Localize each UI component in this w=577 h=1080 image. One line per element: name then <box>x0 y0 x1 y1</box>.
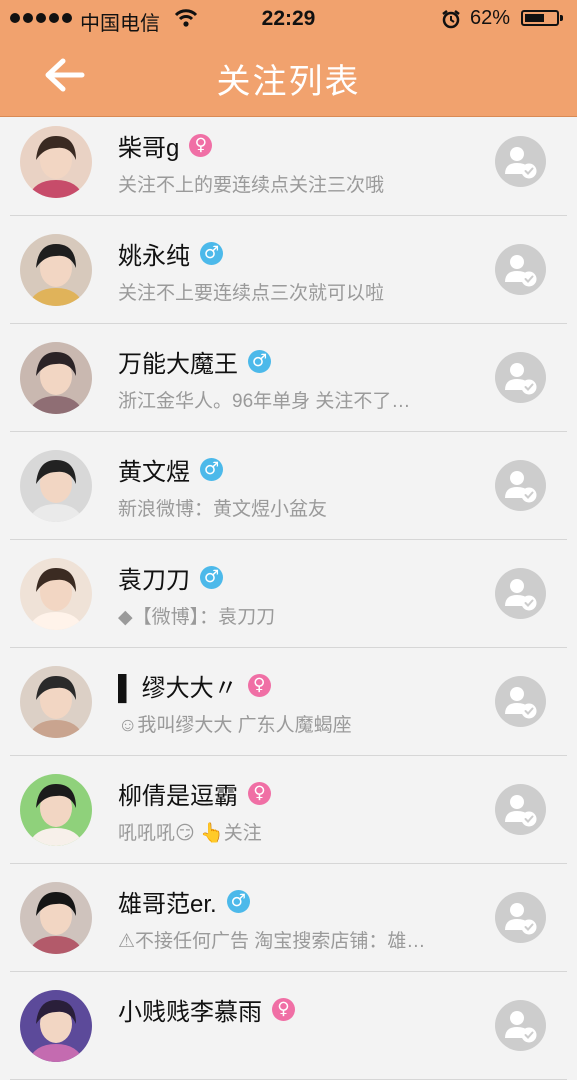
name-line: 黄文煜 ♂ <box>118 452 223 486</box>
follow-button[interactable] <box>495 568 546 619</box>
list-item[interactable]: ▌ 缪大大〃 ♀ ☺我叫缪大大 广东人魔蝎座 <box>10 648 567 756</box>
user-name: 雄哥范er. <box>118 890 217 918</box>
male-icon: ♂ <box>226 889 250 913</box>
name-line: 雄哥范er. ♂ <box>118 884 250 918</box>
user-description: 关注不上要连续点三次就可以啦 <box>118 283 385 304</box>
list-item[interactable]: 万能大魔王 ♂ 浙江金华人。96年单身 关注不了… <box>10 324 567 432</box>
followed-user-icon <box>505 687 537 719</box>
status-bar: 中国电信 22:29 62% <box>0 0 577 38</box>
list-item[interactable]: 雄哥范er. ♂ ⚠不接任何广告 淘宝搜索店铺：雄… <box>10 864 567 972</box>
avatar[interactable] <box>20 990 92 1062</box>
male-icon: ♂ <box>200 565 223 589</box>
male-icon: ♂ <box>200 241 223 265</box>
followed-user-icon <box>505 903 537 935</box>
followed-user-icon <box>505 363 537 395</box>
user-description: 吼吼吼😏 👆关注 <box>118 823 262 844</box>
user-name: 柴哥g <box>118 134 180 162</box>
follow-button[interactable] <box>495 136 546 187</box>
followed-user-icon <box>505 255 537 287</box>
page-title: 关注列表 <box>216 63 361 101</box>
name-line: 袁刀刀 ♂ <box>118 560 223 594</box>
follow-button[interactable] <box>495 676 546 727</box>
name-line: 柴哥g ♀ <box>118 128 213 162</box>
name-line: 万能大魔王 ♂ <box>118 344 271 378</box>
follow-button[interactable] <box>495 784 546 835</box>
user-name: 黄文煜 <box>118 458 190 486</box>
followed-user-icon <box>505 795 537 827</box>
user-name: 姚永纯 <box>118 242 190 270</box>
name-line: 姚永纯 ♂ <box>118 236 223 270</box>
avatar[interactable] <box>20 234 92 306</box>
list-item[interactable]: 柴哥g ♀ 关注不上的要连续点关注三次哦 <box>10 108 567 216</box>
female-icon: ♀ <box>272 997 295 1021</box>
male-icon: ♂ <box>200 457 223 481</box>
name-line: 小贱贱李慕雨 ♀ <box>118 992 295 1026</box>
list-item[interactable]: 姚永纯 ♂ 关注不上要连续点三次就可以啦 <box>10 216 567 324</box>
followed-user-icon <box>505 471 537 503</box>
header: 中国电信 22:29 62% 关注列表 <box>0 0 577 117</box>
battery-percentage: 62% <box>470 7 511 29</box>
list-item[interactable]: 柳倩是逗霸 ♀ 吼吼吼😏 👆关注 <box>10 756 567 864</box>
alarm-icon <box>442 10 460 29</box>
followed-user-icon <box>505 147 537 179</box>
name-line: 柳倩是逗霸 ♀ <box>118 776 271 810</box>
list-item[interactable]: 小贱贱李慕雨 ♀ <box>10 972 567 1080</box>
avatar[interactable] <box>20 774 92 846</box>
follow-button[interactable] <box>495 892 546 943</box>
list-item[interactable]: 黄文煜 ♂ 新浪微博：黄文煜小盆友 <box>10 432 567 540</box>
user-name: 柳倩是逗霸 <box>118 782 238 810</box>
follow-button[interactable] <box>495 352 546 403</box>
male-icon: ♂ <box>248 349 271 373</box>
user-description: ⚠不接任何广告 淘宝搜索店铺：雄… <box>118 931 426 952</box>
user-description: 关注不上的要连续点关注三次哦 <box>118 175 385 196</box>
user-description: 浙江金华人。96年单身 关注不了… <box>118 391 411 412</box>
avatar[interactable] <box>20 882 92 954</box>
user-name: ▌ 缪大大〃 <box>118 674 238 702</box>
user-name: 小贱贱李慕雨 <box>118 998 262 1026</box>
nav-bar: 关注列表 <box>0 38 577 116</box>
avatar[interactable] <box>20 558 92 630</box>
user-description: ◆【微博】：袁刀刀 <box>118 607 276 628</box>
name-line: ▌ 缪大大〃 ♀ <box>118 668 271 702</box>
followed-user-icon <box>505 579 537 611</box>
female-icon: ♀ <box>248 781 271 805</box>
female-icon: ♀ <box>189 133 213 157</box>
battery-icon <box>521 10 563 26</box>
follow-button[interactable] <box>495 460 546 511</box>
followed-user-icon <box>505 1011 537 1043</box>
list-item[interactable]: 袁刀刀 ♂ ◆【微博】：袁刀刀 <box>10 540 567 648</box>
avatar[interactable] <box>20 450 92 522</box>
avatar[interactable] <box>20 666 92 738</box>
user-description: ☺我叫缪大大 广东人魔蝎座 <box>118 715 352 736</box>
follow-button[interactable] <box>495 1000 546 1051</box>
follow-button[interactable] <box>495 244 546 295</box>
female-icon: ♀ <box>247 673 271 697</box>
user-name: 万能大魔王 <box>118 350 238 378</box>
follow-list: 柴哥g ♀ 关注不上的要连续点关注三次哦 姚永纯 ♂ 关注不上要连续点三次就可以… <box>0 108 577 1080</box>
user-description: 新浪微博：黄文煜小盆友 <box>118 499 328 520</box>
avatar[interactable] <box>20 342 92 414</box>
avatar[interactable] <box>20 126 92 198</box>
user-name: 袁刀刀 <box>118 566 190 594</box>
